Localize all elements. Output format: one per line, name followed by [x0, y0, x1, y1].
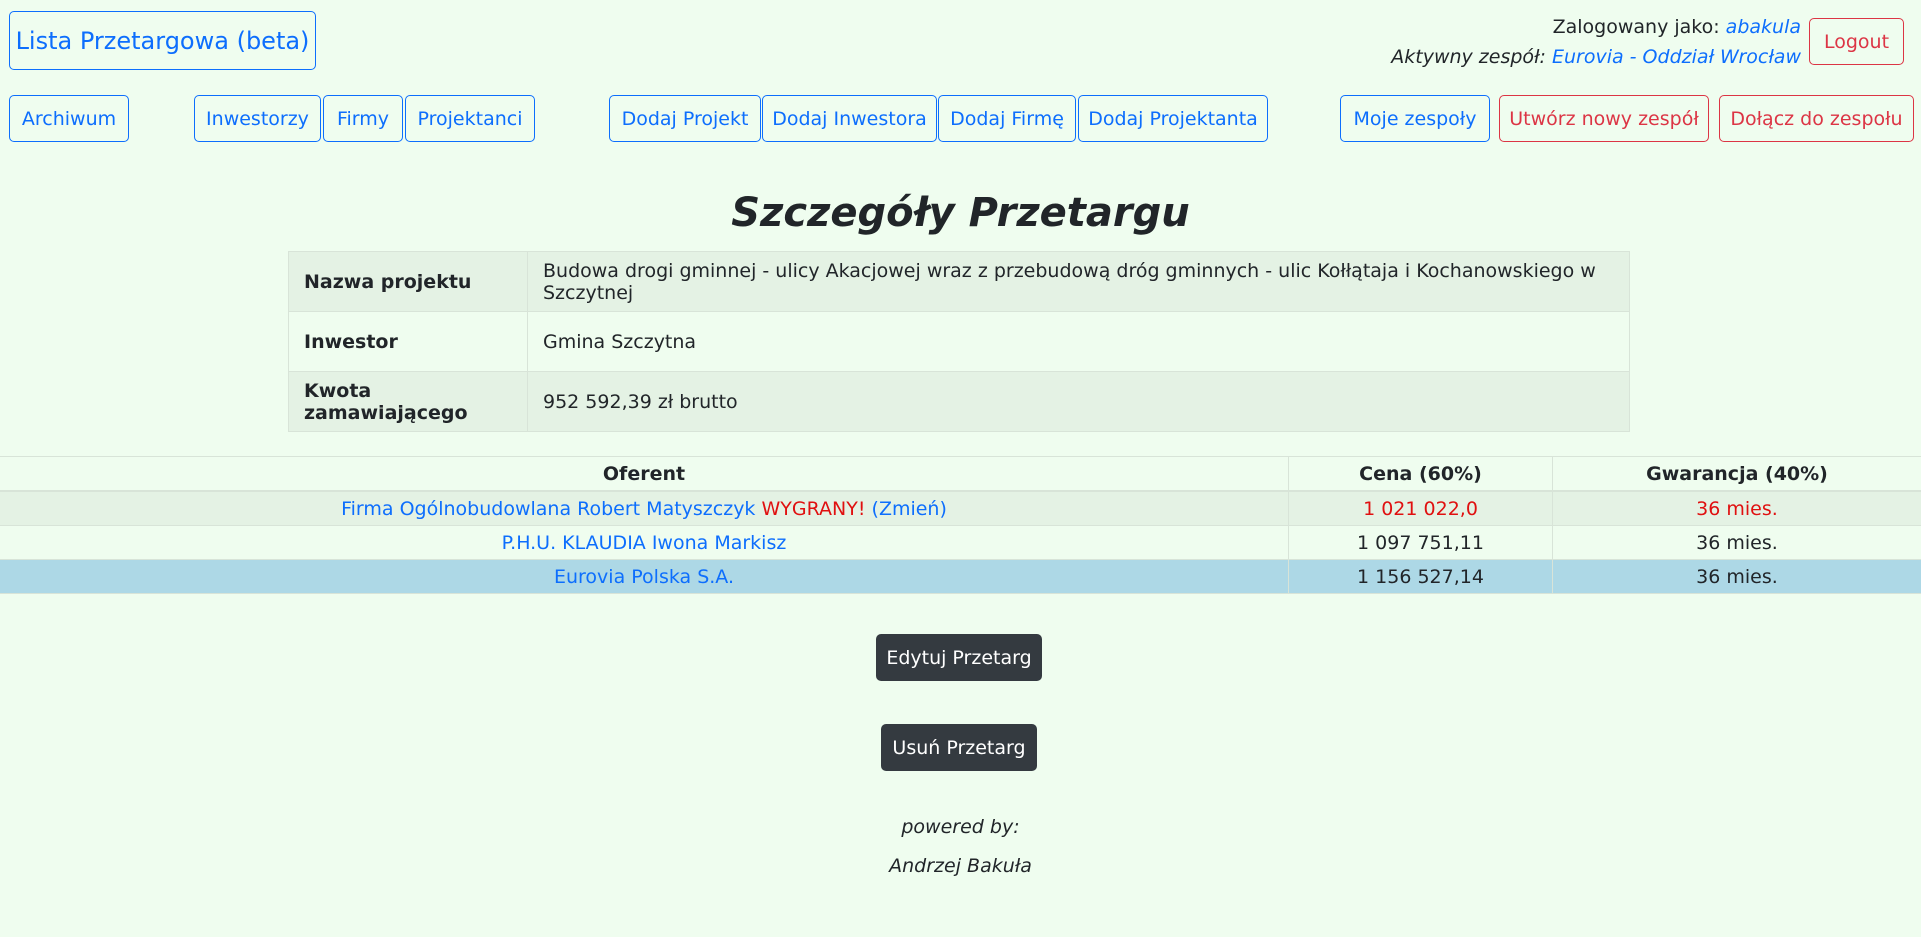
warranty-cell: 36 mies. — [1552, 491, 1921, 526]
brand-button[interactable]: Lista Przetargowa (beta) — [9, 11, 316, 70]
join-team-button[interactable]: Dołącz do zespołu — [1719, 95, 1914, 142]
tender-details-table: Nazwa projektu Budowa drogi gminnej - ul… — [288, 251, 1630, 432]
logout-button[interactable]: Logout — [1809, 18, 1904, 65]
detail-row: Inwestor Gmina Szczytna — [288, 311, 1630, 372]
page-title: Szczegóły Przetargu — [731, 190, 1190, 236]
user-info: Zalogowany jako: abakula Aktywny zespół:… — [1391, 12, 1801, 72]
detail-value: 952 592,39 zł brutto — [527, 371, 1630, 432]
add-investor-button[interactable]: Dodaj Inwestora — [762, 95, 937, 142]
my-teams-button[interactable]: Moje zespoły — [1340, 95, 1490, 142]
powered-by-label: powered by: — [901, 816, 1020, 838]
active-team-line: Aktywny zespół: Eurovia - Oddział Wrocła… — [1391, 42, 1801, 72]
delete-tender-button[interactable]: Usuń Przetarg — [881, 724, 1037, 771]
create-team-button[interactable]: Utwórz nowy zespół — [1499, 95, 1709, 142]
detail-row: Kwota zamawiającego 952 592,39 zł brutto — [288, 371, 1630, 432]
archive-button[interactable]: Archiwum — [9, 95, 129, 142]
add-project-button[interactable]: Dodaj Projekt — [609, 95, 761, 142]
offers-table: Oferent Cena (60%) Gwarancja (40%) Firma… — [0, 456, 1921, 594]
add-designer-button[interactable]: Dodaj Projektanta — [1078, 95, 1268, 142]
detail-label: Kwota zamawiającego — [288, 371, 528, 432]
table-row: Eurovia Polska S.A. 1 156 527,14 36 mies… — [0, 559, 1921, 594]
header-warranty: Gwarancja (40%) — [1552, 456, 1921, 492]
username-link[interactable]: abakula — [1726, 16, 1801, 38]
warranty-cell: 36 mies. — [1552, 559, 1921, 594]
detail-label: Inwestor — [288, 311, 528, 372]
detail-value: Gmina Szczytna — [527, 311, 1630, 372]
bidder-link[interactable]: Firma Ogólnobudowlana Robert Matyszczyk — [341, 498, 755, 520]
change-winner-link[interactable]: (Zmień) — [872, 498, 947, 520]
table-row: P.H.U. KLAUDIA Iwona Markisz 1 097 751,1… — [0, 525, 1921, 560]
active-team-link[interactable]: Eurovia - Oddział Wrocław — [1552, 46, 1801, 68]
offers-header-row: Oferent Cena (60%) Gwarancja (40%) — [0, 456, 1921, 492]
header-bidder: Oferent — [0, 456, 1289, 492]
detail-label: Nazwa projektu — [288, 251, 528, 312]
companies-button[interactable]: Firmy — [323, 95, 403, 142]
detail-row: Nazwa projektu Budowa drogi gminnej - ul… — [288, 251, 1630, 312]
table-row: Firma Ogólnobudowlana Robert Matyszczyk … — [0, 491, 1921, 526]
bidder-cell: P.H.U. KLAUDIA Iwona Markisz — [0, 525, 1289, 560]
detail-value: Budowa drogi gminnej - ulicy Akacjowej w… — [527, 251, 1630, 312]
bidder-cell: Eurovia Polska S.A. — [0, 559, 1289, 594]
winner-badge: WYGRANY! — [761, 497, 866, 520]
author-name: Andrzej Bakuła — [889, 855, 1032, 877]
price-cell: 1 097 751,11 — [1288, 525, 1553, 560]
price-cell: 1 021 022,0 — [1288, 491, 1553, 526]
warranty-cell: 36 mies. — [1552, 525, 1921, 560]
price-cell: 1 156 527,14 — [1288, 559, 1553, 594]
bidder-link[interactable]: Eurovia Polska S.A. — [554, 566, 734, 588]
logged-in-label: Zalogowany jako: — [1552, 16, 1720, 38]
edit-tender-button[interactable]: Edytuj Przetarg — [876, 634, 1042, 681]
investors-button[interactable]: Inwestorzy — [194, 95, 321, 142]
active-team-label: Aktywny zespół: — [1391, 46, 1546, 68]
bidder-link[interactable]: P.H.U. KLAUDIA Iwona Markisz — [502, 532, 787, 554]
bidder-cell: Firma Ogólnobudowlana Robert Matyszczyk … — [0, 491, 1289, 526]
designers-button[interactable]: Projektanci — [405, 95, 535, 142]
logged-in-line: Zalogowany jako: abakula — [1391, 12, 1801, 42]
header-price: Cena (60%) — [1288, 456, 1553, 492]
add-company-button[interactable]: Dodaj Firmę — [938, 95, 1076, 142]
